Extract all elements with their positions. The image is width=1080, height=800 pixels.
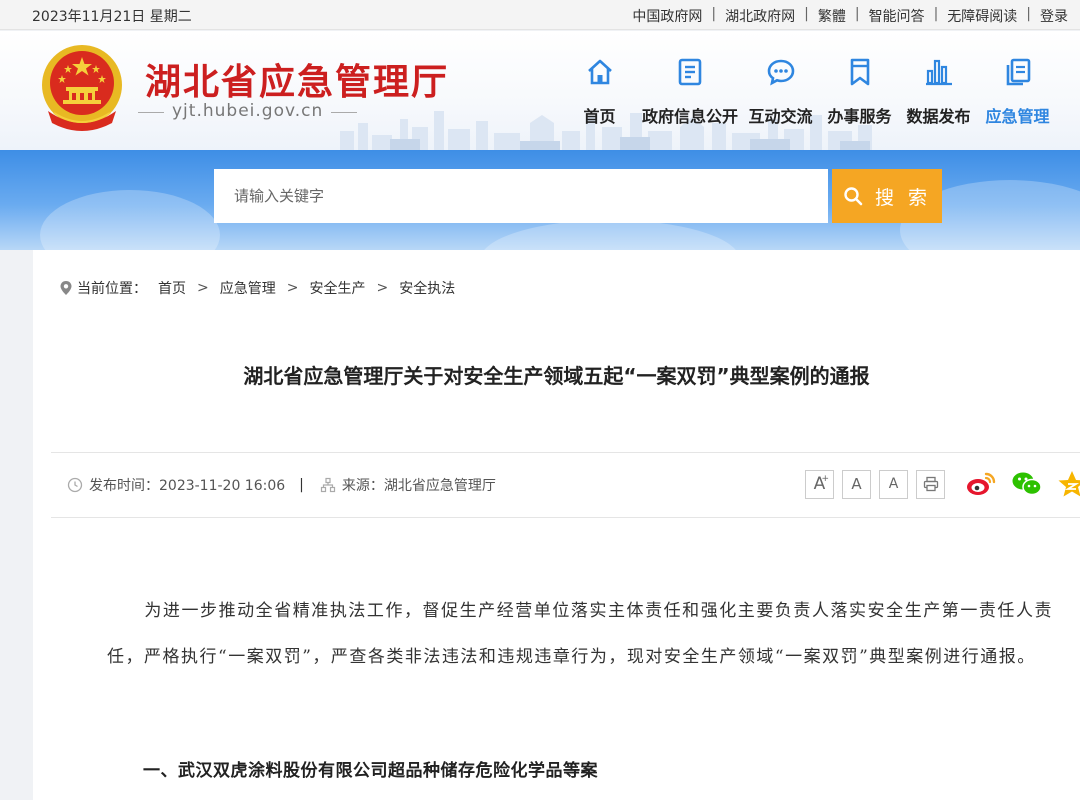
divider: | [299, 477, 304, 493]
weibo-icon [967, 472, 996, 495]
breadcrumb-safety-production[interactable]: 安全生产 [309, 278, 365, 298]
font-large-plus: + [821, 473, 829, 484]
link-smart-qa[interactable]: 智能问答 [869, 6, 925, 26]
print-button[interactable] [916, 469, 945, 499]
source-icon [320, 477, 335, 493]
current-date: 2023年11月21日 星期二 [32, 9, 192, 25]
nav-gov-info[interactable]: 政府信息公开 [639, 55, 741, 127]
article-body: 为进一步推动全省精准执法工作，督促生产经营单位落实主体责任和强化主要负责人落实安… [107, 588, 1053, 680]
nav-label: 政府信息公开 [641, 107, 738, 126]
breadcrumb-separator: > [376, 280, 389, 296]
nav-emergency-management[interactable]: 应急管理 [978, 55, 1057, 127]
article-info: 发布时间：2023-11-20 16:06 | 来源：湖北省应急管理厅 [67, 475, 496, 495]
article-card: 当前位置： 首页 > 应急管理 > 安全生产 > 安全执法 湖北省应急管理厅关于… [33, 250, 1080, 800]
nav-label: 应急 [1057, 103, 1080, 127]
national-emblem-logo [42, 45, 122, 131]
font-small-glyph: A [888, 476, 899, 492]
layers-icon [1057, 55, 1080, 89]
nav-interaction[interactable]: 互动交流 [741, 55, 820, 127]
home-icon [560, 55, 639, 89]
site-domain: yjt.hubei.gov.cn [137, 101, 358, 121]
link-china-gov[interactable]: 中国政府网 [632, 6, 702, 26]
site-title[interactable]: 湖北省应急管理厅 [145, 53, 449, 105]
document-icon [639, 55, 741, 89]
nav-label: 互动交流 [748, 107, 813, 126]
nav-label: 首页 [583, 107, 616, 126]
location-pin-icon [60, 281, 72, 295]
breadcrumb: 当前位置： 首页 > 应急管理 > 安全生产 > 安全执法 [59, 278, 455, 298]
divider: | [804, 6, 809, 22]
divider: | [933, 6, 939, 22]
search-input[interactable] [214, 169, 828, 223]
link-traditional-chinese[interactable]: 繁體 [818, 6, 846, 26]
share-weibo-button[interactable] [965, 470, 997, 498]
clock-icon [67, 477, 83, 493]
font-size-small-button[interactable]: A [879, 469, 908, 499]
article-title: 湖北省应急管理厅关于对安全生产领域五起“一案双罚”典型案例的通报 [243, 364, 870, 388]
nav-data-release[interactable]: 数据发布 [899, 55, 978, 127]
nav-label: 数据发布 [906, 107, 971, 126]
font-size-medium-button[interactable]: A [842, 469, 871, 499]
breadcrumb-label: 当前位置： [77, 281, 147, 297]
search-band: 搜 索 [0, 150, 1080, 250]
article-section-heading: 一、武汉双虎涂料股份有限公司超品种储存危险化学品等案 [143, 761, 598, 781]
wechat-icon [1012, 472, 1042, 496]
link-login[interactable]: 登录 [1040, 6, 1068, 26]
breadcrumb-emergency-management[interactable]: 应急管理 [220, 278, 276, 298]
nav-label: 应急管理 [985, 107, 1050, 126]
nav-label: 办事服务 [827, 107, 892, 126]
article-meta-bar: 发布时间：2023-11-20 16:06 | 来源：湖北省应急管理厅 A + A… [51, 452, 1080, 518]
divider: | [711, 6, 717, 22]
article-tools: A + A A [805, 469, 1080, 499]
article-paragraph: 为进一步推动全省精准执法工作，督促生产经营单位落实主体责任和强化主要负责人落实安… [107, 601, 1053, 667]
chat-icon [741, 55, 820, 89]
top-links: 中国政府网 | 湖北政府网 | 繁體 | 智能问答 | 无障碍阅读 | 登录 [632, 6, 1068, 26]
share-wechat-button[interactable] [1011, 470, 1043, 498]
breadcrumb-separator: > [197, 280, 209, 296]
publish-time: 发布时间：2023-11-20 16:06 [89, 478, 286, 494]
divider: | [854, 6, 860, 22]
breadcrumb-safety-enforcement[interactable]: 安全执法 [399, 278, 455, 298]
nav-services[interactable]: 办事服务 [820, 55, 899, 127]
font-medium-glyph: A [851, 475, 862, 493]
nav-emergency-more[interactable]: 应急 [1057, 55, 1080, 127]
bar-chart-icon [899, 55, 978, 89]
breadcrumb-separator: > [286, 280, 299, 296]
share-qzone-button[interactable] [1057, 469, 1080, 499]
search-button[interactable]: 搜 索 [832, 169, 942, 223]
breadcrumb-home[interactable]: 首页 [158, 278, 186, 298]
bookmark-icon [820, 55, 899, 89]
search-icon [844, 187, 863, 206]
divider: | [1026, 6, 1031, 22]
share-buttons [965, 469, 1080, 499]
link-accessibility[interactable]: 无障碍阅读 [947, 6, 1017, 26]
search-button-label: 搜 索 [874, 186, 932, 209]
font-size-large-button[interactable]: A + [805, 469, 834, 499]
top-bar: 2023年11月21日 星期二 中国政府网 | 湖北政府网 | 繁體 | 智能问答 | … [0, 0, 1080, 30]
cloud-decoration [480, 220, 740, 250]
site-header: 湖北省应急管理厅 yjt.hubei.gov.cn 首页 政府信息公开 互动交流… [0, 31, 1080, 150]
link-hubei-gov[interactable]: 湖北政府网 [725, 6, 795, 26]
nav-home[interactable]: 首页 [560, 55, 639, 127]
cloud-decoration [40, 190, 220, 250]
printer-icon [923, 476, 938, 492]
files-icon [978, 55, 1057, 89]
main-nav: 首页 政府信息公开 互动交流 办事服务 数据发布 应急管理 [560, 55, 1080, 127]
qzone-star-icon [1058, 471, 1080, 497]
article-source: 来源：湖北省应急管理厅 [341, 478, 496, 494]
